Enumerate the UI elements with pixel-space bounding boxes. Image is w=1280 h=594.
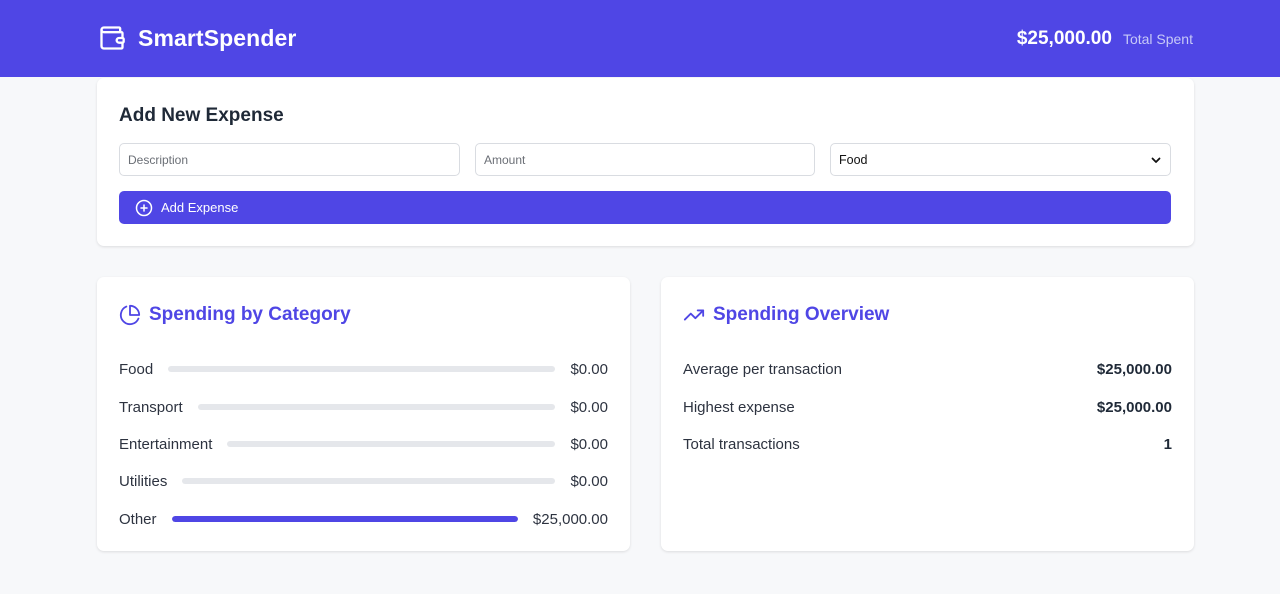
app-name: SmartSpender xyxy=(138,24,297,51)
add-expense-button[interactable]: Add Expense xyxy=(119,191,1171,224)
category-amount: $0.00 xyxy=(570,398,608,416)
description-input[interactable] xyxy=(119,143,460,176)
overview-row: Average per transaction $25,000.00 xyxy=(683,359,1172,379)
total-spent: $25,000.00 Total Spent xyxy=(1017,28,1193,50)
category-select-value: Food xyxy=(839,152,868,167)
category-amount: $25,000.00 xyxy=(532,510,608,528)
overview-value: $25,000.00 xyxy=(1096,398,1172,416)
app-header: SmartSpender $25,000.00 Total Spent xyxy=(0,0,1280,77)
add-expense-title: Add New Expense xyxy=(119,105,284,126)
plus-circle-icon xyxy=(135,199,153,216)
pie-chart-icon xyxy=(119,304,141,326)
category-row: Entertainment $0.00 xyxy=(119,434,608,454)
overview-value: 1 xyxy=(1163,435,1172,453)
overview-row: Total transactions 1 xyxy=(683,434,1172,454)
add-expense-button-label: Add Expense xyxy=(161,200,239,215)
total-amount: $25,000.00 xyxy=(1016,28,1112,49)
category-progress-fill xyxy=(171,516,518,522)
category-name: Entertainment xyxy=(119,435,213,453)
overview-label: Highest expense xyxy=(683,398,795,416)
category-row: Utilities $0.00 xyxy=(119,471,608,491)
spending-overview-card: Spending Overview Average per transactio… xyxy=(661,277,1194,551)
brand[interactable]: SmartSpender xyxy=(98,24,296,52)
category-progress-track xyxy=(171,516,518,522)
category-name: Food xyxy=(119,360,154,378)
category-select[interactable]: Food xyxy=(830,143,1171,176)
category-row: Food $0.00 xyxy=(119,359,608,379)
category-amount: $0.00 xyxy=(570,435,608,453)
amount-input[interactable] xyxy=(475,143,815,176)
overview-section-title: Spending Overview xyxy=(713,304,890,325)
spending-by-category-card: Spending by Category Food $0.00 Transport $… xyxy=(97,277,630,551)
category-name: Utilities xyxy=(119,472,168,490)
chevron-down-icon xyxy=(1151,157,1161,163)
overview-row: Highest expense $25,000.00 xyxy=(683,397,1172,417)
trending-up-icon xyxy=(683,309,705,321)
category-progress-track xyxy=(168,366,556,372)
category-name: Transport xyxy=(119,398,183,416)
wallet-icon xyxy=(100,26,125,50)
category-amount: $0.00 xyxy=(570,472,608,490)
overview-value: $25,000.00 xyxy=(1096,360,1172,378)
add-expense-card: Add New Expense Food Add Expense xyxy=(97,78,1194,246)
category-row: Transport $0.00 xyxy=(119,397,608,417)
category-amount: $0.00 xyxy=(570,360,608,378)
overview-label: Average per transaction xyxy=(683,360,842,378)
category-row: Other $25,000.00 xyxy=(119,509,608,529)
total-label: Total Spent xyxy=(1122,31,1193,47)
category-section-title: Spending by Category xyxy=(149,304,351,325)
category-section-header: Spending by Category xyxy=(119,304,351,326)
overview-label: Total transactions xyxy=(683,435,800,453)
category-progress-track xyxy=(197,404,556,410)
category-progress-track xyxy=(182,478,556,484)
overview-section-header: Spending Overview xyxy=(683,304,889,326)
category-progress-track xyxy=(227,441,556,447)
category-name: Other xyxy=(119,510,157,528)
